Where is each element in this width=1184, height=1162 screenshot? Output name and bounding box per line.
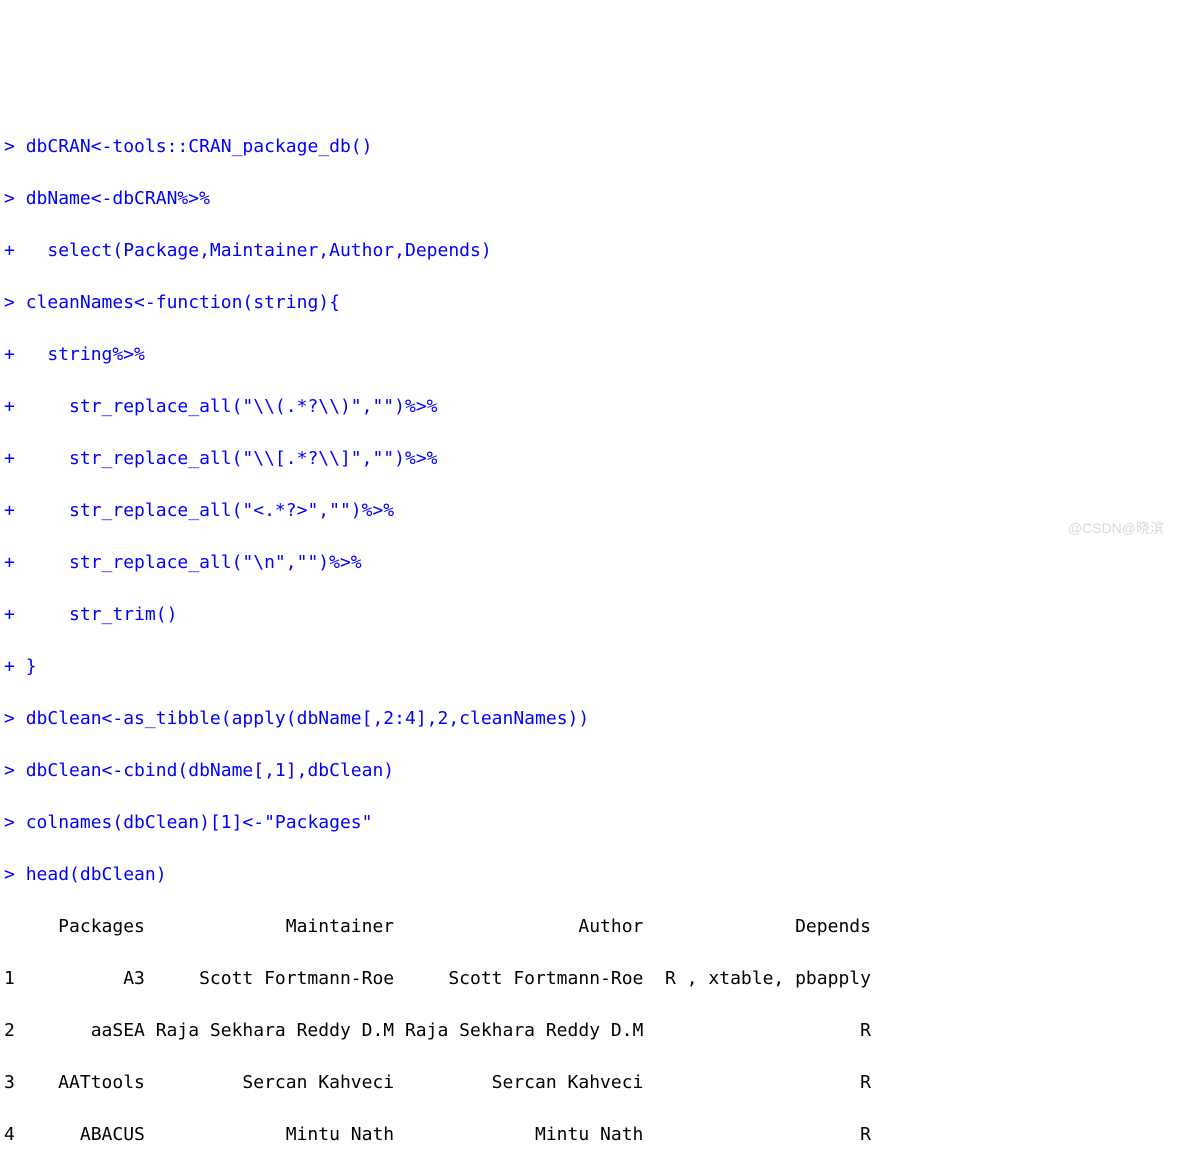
code-line: + str_trim() <box>4 602 1180 628</box>
code-line: > dbClean<-cbind(dbName[,1],dbClean) <box>4 758 1180 784</box>
prompt: + <box>4 344 26 365</box>
prompt: + <box>4 656 26 677</box>
output-header: Packages Maintainer Author Depends <box>4 914 1180 940</box>
code-text: head(dbClean) <box>26 864 167 885</box>
code-text: } <box>26 656 37 677</box>
code-line: > dbName<-dbCRAN%>% <box>4 186 1180 212</box>
prompt: + <box>4 604 26 625</box>
prompt: > <box>4 136 26 157</box>
code-text: colnames(dbClean)[1]<-"Packages" <box>26 812 373 833</box>
code-line: + str_replace_all("<.*?>","")%>% <box>4 498 1180 524</box>
prompt: > <box>4 188 26 209</box>
code-text: dbName<-dbCRAN%>% <box>26 188 210 209</box>
code-line: > dbClean<-as_tibble(apply(dbName[,2:4],… <box>4 706 1180 732</box>
code-line: + str_replace_all("\n","")%>% <box>4 550 1180 576</box>
code-text: dbClean<-as_tibble(apply(dbName[,2:4],2,… <box>26 708 590 729</box>
code-line: + select(Package,Maintainer,Author,Depen… <box>4 238 1180 264</box>
code-line: + str_replace_all("\\[.*?\\]","")%>% <box>4 446 1180 472</box>
code-line: > dbCRAN<-tools::CRAN_package_db() <box>4 134 1180 160</box>
prompt: > <box>4 812 26 833</box>
code-line: + string%>% <box>4 342 1180 368</box>
code-line: > head(dbClean) <box>4 862 1180 888</box>
prompt: > <box>4 760 26 781</box>
code-text: dbClean<-cbind(dbName[,1],dbClean) <box>26 760 394 781</box>
prompt: + <box>4 552 26 573</box>
output-row: 2 aaSEA Raja Sekhara Reddy D.M Raja Sekh… <box>4 1018 1180 1044</box>
code-text: cleanNames<-function(string){ <box>26 292 340 313</box>
output-row: 1 A3 Scott Fortmann-Roe Scott Fortmann-R… <box>4 966 1180 992</box>
code-text: str_replace_all("<.*?>","")%>% <box>26 500 394 521</box>
prompt: > <box>4 708 26 729</box>
code-text: str_replace_all("\\(.*?\\)","")%>% <box>26 396 438 417</box>
code-line: > cleanNames<-function(string){ <box>4 290 1180 316</box>
prompt: > <box>4 864 26 885</box>
code-line: + } <box>4 654 1180 680</box>
code-text: dbCRAN<-tools::CRAN_package_db() <box>26 136 373 157</box>
code-text: string%>% <box>26 344 145 365</box>
code-text: select(Package,Maintainer,Author,Depends… <box>26 240 492 261</box>
prompt: + <box>4 240 26 261</box>
prompt: + <box>4 500 26 521</box>
code-text: str_replace_all("\n","")%>% <box>26 552 362 573</box>
code-line: + str_replace_all("\\(.*?\\)","")%>% <box>4 394 1180 420</box>
prompt: + <box>4 396 26 417</box>
code-line: > colnames(dbClean)[1]<-"Packages" <box>4 810 1180 836</box>
code-text: str_replace_all("\\[.*?\\]","")%>% <box>26 448 438 469</box>
output-row: 4 ABACUS Mintu Nath Mintu Nath R <box>4 1122 1180 1148</box>
watermark: @CSDN@晓滨 <box>1068 515 1164 541</box>
r-console[interactable]: > dbCRAN<-tools::CRAN_package_db() > dbN… <box>4 108 1180 1162</box>
prompt: + <box>4 448 26 469</box>
output-row: 3 AATtools Sercan Kahveci Sercan Kahveci… <box>4 1070 1180 1096</box>
prompt: > <box>4 292 26 313</box>
code-text: str_trim() <box>26 604 178 625</box>
